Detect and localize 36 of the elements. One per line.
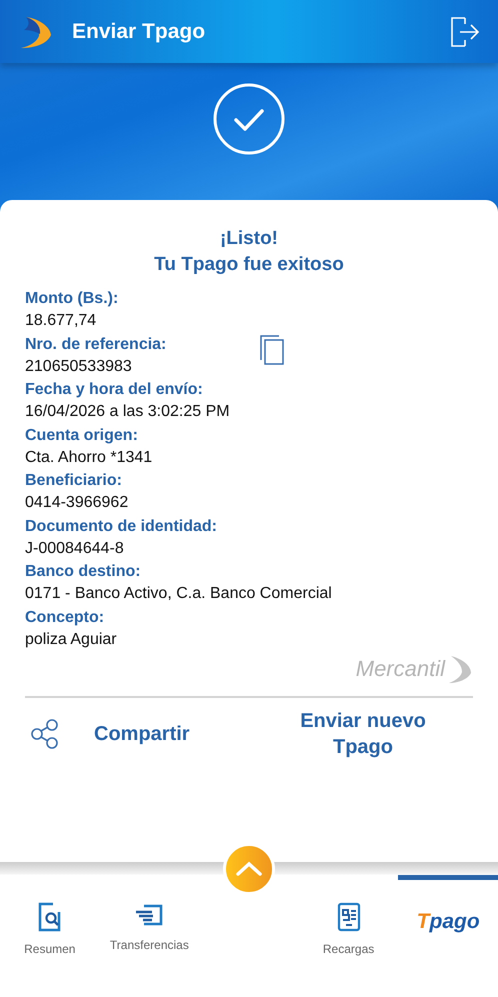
copy-icon[interactable]	[259, 334, 285, 366]
field-value: 18.677,74	[25, 311, 96, 331]
field-label: Cuenta origen:	[25, 426, 138, 446]
screen-title: Enviar Tpago	[72, 20, 206, 44]
success-subtitle: Tu Tpago fue exitoso	[154, 254, 344, 276]
share-icon[interactable]	[30, 719, 60, 749]
success-check-icon	[213, 83, 285, 155]
field-label: Documento de identidad:	[25, 516, 217, 536]
field-label: Banco destino:	[25, 562, 141, 582]
success-title: ¡Listo!	[220, 228, 278, 250]
document-search-icon	[36, 902, 63, 932]
logout-icon[interactable]	[450, 16, 480, 48]
nav-tab[interactable]: Tpago	[398, 875, 498, 997]
share-button[interactable]: Compartir	[94, 721, 190, 747]
bank-logo-icon	[447, 654, 473, 684]
field-value: 210650533983	[25, 356, 132, 376]
bank-brand-name: Mercantil	[356, 656, 445, 682]
nav-tab[interactable]: Recargas	[298, 875, 398, 997]
transfer-icon	[134, 902, 164, 928]
field-value: Cta. Ahorro *1341	[25, 448, 152, 468]
nav-tab[interactable]: Transferencias	[100, 875, 200, 997]
nav-tab[interactable]: Resumen	[0, 875, 100, 997]
field-value: 0171 - Banco Activo, C.a. Banco Comercial	[25, 584, 332, 604]
phone-currency-icon	[336, 902, 361, 932]
field-label: Beneficiario:	[25, 471, 122, 491]
field-value: 0414-3966962	[25, 493, 128, 513]
field-label: Monto (Bs.):	[25, 289, 118, 309]
field-value: poliza Aguiar	[25, 630, 117, 650]
field-label: Nro. de referencia:	[25, 334, 166, 354]
send-new-button[interactable]: Enviar nuevo Tpago	[283, 708, 443, 760]
tpago-logo: Tpago	[416, 910, 480, 934]
field-label: Fecha y hora del envío:	[25, 380, 203, 400]
field-label: Concepto:	[25, 608, 104, 628]
field-value: J-00084644-8	[25, 538, 124, 558]
chevron-up-icon	[234, 861, 263, 877]
field-value: 16/04/2026 a las 3:02:25 PM	[25, 402, 230, 422]
